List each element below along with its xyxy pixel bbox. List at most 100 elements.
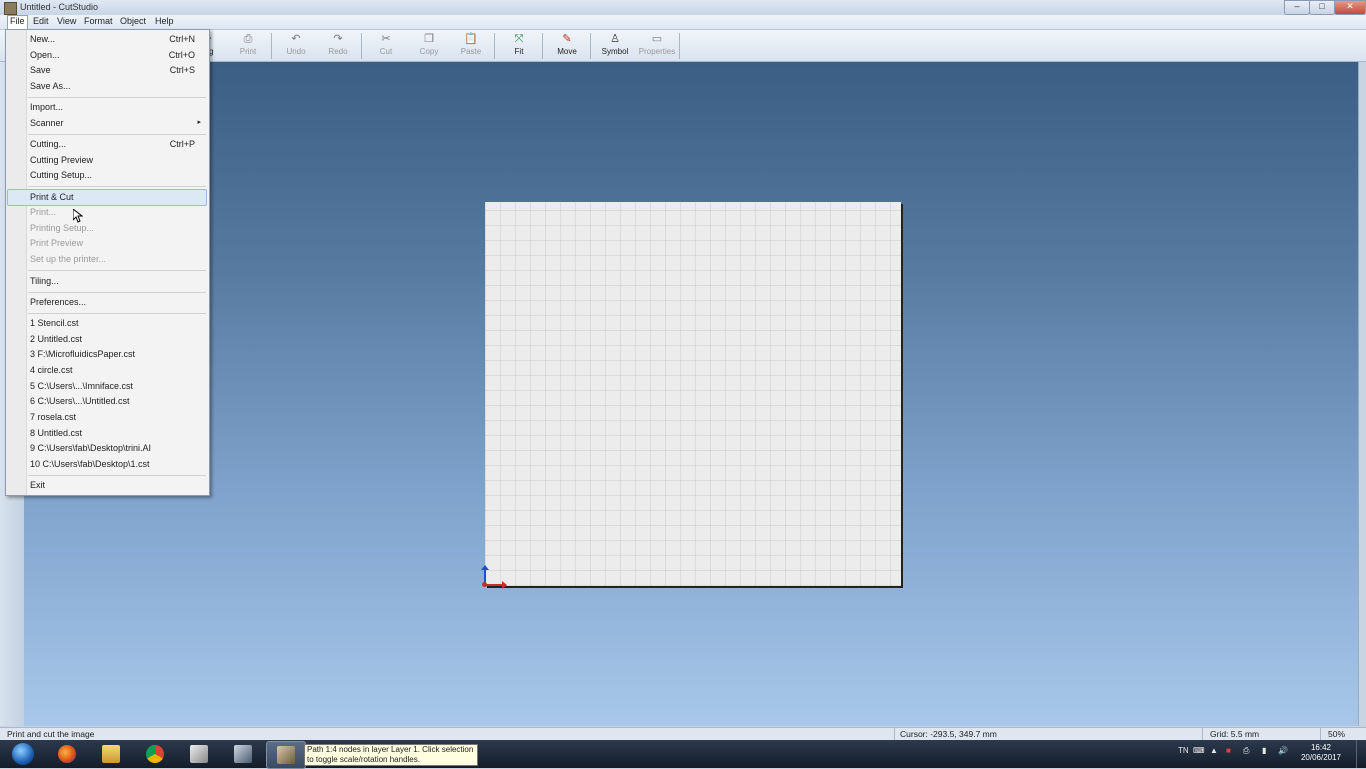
copy-icon: ❐ <box>424 33 434 45</box>
menu-separator <box>28 134 206 135</box>
recent-file-item[interactable]: 4 circle.cst <box>7 363 207 378</box>
taskbar-explorer[interactable] <box>92 741 132 767</box>
menu-object[interactable]: Object <box>118 16 148 26</box>
x-axis-arrow <box>485 581 507 589</box>
keyboard-icon[interactable]: ⌨ <box>1193 746 1205 755</box>
system-clock[interactable]: 16:42 20/06/2017 <box>1298 743 1344 763</box>
fit-icon: ⤧ <box>514 33 524 45</box>
paste-icon: 📋 <box>464 33 478 45</box>
clock-time: 16:42 <box>1310 743 1332 752</box>
file-menu-dropdown: New... Ctrl+N Open... Ctrl+O Save Ctrl+S Sa… <box>5 29 210 496</box>
cut-icon: ✂ <box>381 33 391 45</box>
menu-item-printing-setup[interactable]: Printing Setup... <box>7 221 207 236</box>
tool-move[interactable]: ✎ Move <box>547 32 587 60</box>
recent-file-item[interactable]: 1 Stencil.cst <box>7 316 207 331</box>
cutstudio-app-icon[interactable] <box>4 2 17 15</box>
menu-item-print-preview[interactable]: Print Preview <box>7 236 207 251</box>
recent-file-item[interactable]: 3 F:\MicrofluidicsPaper.cst <box>7 347 207 362</box>
origin-marker <box>482 582 487 587</box>
submenu-arrow-icon: ▸ <box>197 119 201 126</box>
tool-copy[interactable]: ❐ Copy <box>409 32 449 60</box>
menu-separator <box>28 97 206 98</box>
network-icon[interactable]: ▮ <box>1262 746 1266 755</box>
tool-print[interactable]: ⎙ Print <box>228 32 268 60</box>
taskbar-app-2[interactable] <box>224 741 264 767</box>
tool-fit[interactable]: ⤧ Fit <box>499 32 539 60</box>
menu-item-cutting[interactable]: Cutting... Ctrl+P <box>7 137 207 152</box>
menu-item-preferences[interactable]: Preferences... <box>7 295 207 310</box>
status-message: Print and cut the image <box>7 729 95 739</box>
tray-expand-icon[interactable]: ▲ <box>1210 746 1218 755</box>
recent-file-item[interactable]: 10 C:\Users\fab\Desktop\1.cst <box>7 457 207 472</box>
start-button[interactable] <box>4 741 44 767</box>
menu-format[interactable]: Format <box>82 16 115 26</box>
recent-file-item[interactable]: 7 rosela.cst <box>7 410 207 425</box>
app-icon-2 <box>234 745 252 763</box>
recent-file-item[interactable]: 9 C:\Users\fab\Desktop\trini.AI <box>7 441 207 456</box>
app-icon <box>190 745 208 763</box>
tool-undo[interactable]: ↶ Undo <box>276 32 316 60</box>
tool-cut[interactable]: ✂ Cut <box>366 32 406 60</box>
maximize-button[interactable]: □ <box>1309 0 1335 15</box>
undo-icon: ↶ <box>291 33 301 45</box>
title-bar: Untitled - CutStudio – □ ✕ <box>0 0 1366 16</box>
chrome-icon <box>146 745 164 763</box>
language-indicator[interactable]: TN <box>1178 746 1189 755</box>
status-bar: Print and cut the image Cursor: -293.5, … <box>0 727 1366 741</box>
taskbar-firefox[interactable] <box>48 741 88 767</box>
menu-item-set-up-printer[interactable]: Set up the printer... <box>7 252 207 267</box>
tool-properties[interactable]: ▭ Properties <box>637 32 677 60</box>
firefox-icon <box>58 745 76 763</box>
recent-file-item[interactable]: 8 Untitled.cst <box>7 426 207 441</box>
recent-file-item[interactable]: 6 C:\Users\...\Untitled.cst <box>7 394 207 409</box>
menu-help[interactable]: Help <box>153 16 176 26</box>
tool-paste[interactable]: 📋 Paste <box>451 32 491 60</box>
menu-item-print-and-cut[interactable]: Print & Cut <box>7 189 207 206</box>
toolbar-separator <box>361 33 362 59</box>
taskbar-chrome[interactable] <box>136 741 176 767</box>
menu-item-import[interactable]: Import... <box>7 100 207 115</box>
menu-item-save[interactable]: Save Ctrl+S <box>7 63 207 78</box>
status-grid: Grid: 5.5 mm <box>1210 729 1260 739</box>
menu-item-scanner[interactable]: Scanner ▸ <box>7 116 207 131</box>
menu-item-tiling[interactable]: Tiling... <box>7 274 207 289</box>
clock-date: 20/06/2017 <box>1300 753 1342 762</box>
printer-tray-icon[interactable]: ⎙ <box>1243 746 1249 756</box>
menu-item-print[interactable]: Print... <box>7 205 207 220</box>
right-scroll-strip[interactable] <box>1358 62 1366 726</box>
window-title: Untitled - CutStudio <box>20 2 99 12</box>
taskbar-app-1[interactable] <box>180 741 220 767</box>
menu-file[interactable]: File <box>7 15 28 29</box>
toolbar-separator <box>542 33 543 59</box>
antivirus-icon[interactable]: ■ <box>1226 746 1231 755</box>
move-icon: ✎ <box>562 33 572 45</box>
menu-separator <box>28 313 206 314</box>
canvas-tooltip: Path 1:4 nodes in layer Layer 1. Click s… <box>304 744 478 766</box>
toolbar-separator <box>679 33 680 59</box>
menu-edit[interactable]: Edit <box>31 16 51 26</box>
toolbar-separator <box>494 33 495 59</box>
tool-redo[interactable]: ↷ Redo <box>318 32 358 60</box>
menu-item-new[interactable]: New... Ctrl+N <box>7 32 207 47</box>
menu-item-cutting-setup[interactable]: Cutting Setup... <box>7 168 207 183</box>
menu-item-exit[interactable]: Exit <box>7 478 207 493</box>
menu-view[interactable]: View <box>55 16 78 26</box>
menu-item-open[interactable]: Open... Ctrl+O <box>7 48 207 63</box>
cutting-page[interactable] <box>485 202 901 586</box>
menu-item-save-as[interactable]: Save As... <box>7 79 207 94</box>
menu-separator <box>28 186 206 187</box>
close-button[interactable]: ✕ <box>1334 0 1366 15</box>
toolbar-separator <box>590 33 591 59</box>
show-desktop-button[interactable] <box>1356 740 1366 768</box>
properties-icon: ▭ <box>651 33 663 45</box>
recent-file-item[interactable]: 2 Untitled.cst <box>7 332 207 347</box>
volume-icon[interactable]: 🔊 <box>1278 746 1288 755</box>
minimize-button[interactable]: – <box>1284 0 1310 15</box>
status-cursor-position: Cursor: -293.5, 349.7 mm <box>900 729 997 739</box>
cutstudio-icon <box>277 746 295 764</box>
taskbar-cutstudio[interactable] <box>266 741 306 769</box>
menu-separator <box>28 475 206 476</box>
recent-file-item[interactable]: 5 C:\Users\...\Imniface.cst <box>7 379 207 394</box>
menu-item-cutting-preview[interactable]: Cutting Preview <box>7 153 207 168</box>
tool-symbol[interactable]: ♙ Symbol <box>595 32 635 60</box>
